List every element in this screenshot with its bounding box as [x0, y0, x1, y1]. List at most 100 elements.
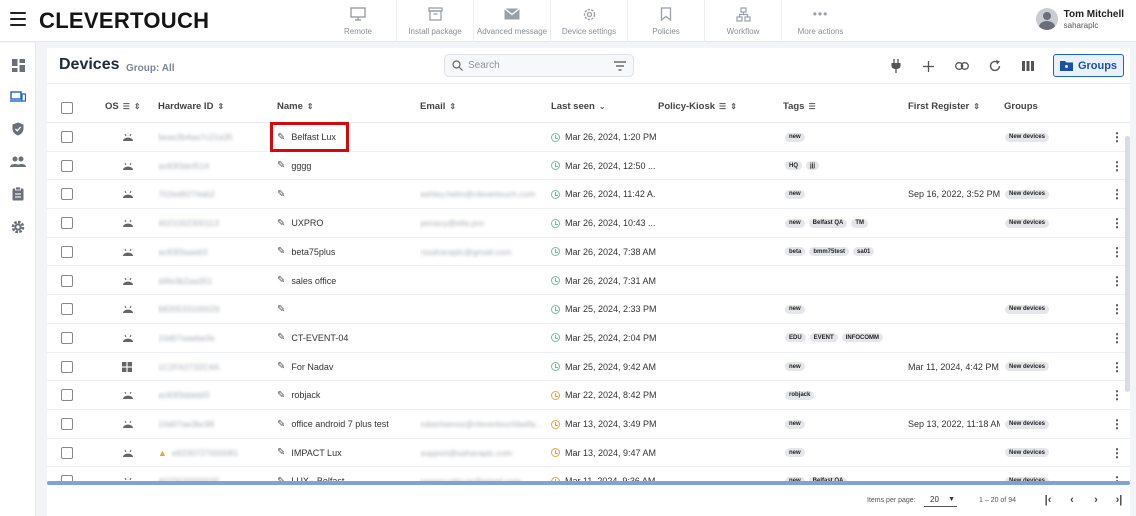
next-page-icon[interactable]: ›	[1089, 493, 1103, 507]
filter-icon[interactable]: ☰	[808, 102, 815, 111]
hardware-id-cell[interactable]: 1C2FA2732C4A	[158, 353, 268, 381]
table-row[interactable]: 10d07aaeba3a ✎ CT-EVENT-04 Mar 25, 2024, 2:…	[47, 324, 1130, 353]
hardware-id-cell[interactable]: 10d07aaeba3a	[158, 324, 268, 352]
select-all-checkbox[interactable]	[61, 102, 73, 114]
more-actions-button[interactable]: ••• More actions	[782, 0, 859, 42]
table-row[interactable]: 10d07ae3bc98 ✎ office android 7 plus test r…	[47, 410, 1130, 439]
device-name-cell[interactable]: ✎ office android 7 plus test	[277, 410, 417, 438]
column-groups[interactable]: Groups	[1004, 101, 1038, 112]
row-checkbox[interactable]	[61, 123, 73, 151]
filter-icon[interactable]: ☰	[123, 102, 130, 111]
device-name-cell[interactable]: ✎	[277, 295, 417, 323]
columns-icon[interactable]	[1011, 58, 1044, 74]
hardware-id-cell[interactable]: ac83f3dcf514	[158, 152, 268, 180]
row-checkbox[interactable]	[61, 180, 73, 208]
filter-icon[interactable]	[614, 61, 626, 71]
row-checkbox[interactable]	[61, 267, 73, 295]
prev-page-icon[interactable]: ‹	[1065, 493, 1079, 507]
column-os[interactable]: OS ☰ ⇕	[105, 101, 141, 112]
edit-icon[interactable]: ✎	[277, 304, 285, 315]
row-checkbox[interactable]	[61, 152, 73, 180]
row-menu-icon[interactable]: ⋮	[1111, 209, 1123, 237]
row-checkbox[interactable]	[61, 410, 73, 438]
table-row[interactable]: 1C2FA2732C4A ✎ For Nadav Mar 25, 2024, 9:42…	[47, 353, 1130, 382]
device-name-cell[interactable]: ✎ robjack	[277, 381, 417, 409]
workflow-button[interactable]: Workflow	[705, 0, 782, 42]
items-per-page-select[interactable]: 20 ▼	[924, 493, 957, 507]
sort-icon[interactable]: ⇕	[134, 102, 141, 111]
hardware-id-cell[interactable]: 702ed9274ab2	[158, 180, 268, 208]
edit-icon[interactable]: ✎	[277, 332, 285, 343]
row-menu-icon[interactable]: ⋮	[1111, 324, 1123, 352]
dashboard-icon[interactable]	[10, 57, 26, 73]
row-menu-icon[interactable]: ⋮	[1111, 410, 1123, 438]
edit-icon[interactable]: ✎	[277, 419, 285, 430]
device-name-cell[interactable]: ✎ IMPACT Lux	[277, 439, 417, 467]
edit-icon[interactable]: ✎	[277, 275, 285, 286]
hardware-id-cell[interactable]: 6820533100029	[158, 295, 268, 323]
row-menu-icon[interactable]: ⋮	[1111, 152, 1123, 180]
advanced-message-button[interactable]: Advanced message	[474, 0, 551, 42]
table-row[interactable]: 6820533100029 ✎ Mar 25, 2024, 2:33 PM new Ne…	[47, 295, 1130, 324]
table-row[interactable]: ac83f3dcf514 ✎ gggg Mar 26, 2024, 12:50 ...…	[47, 152, 1130, 181]
devices-icon[interactable]	[10, 89, 26, 105]
hardware-id-cell[interactable]: ac83f3aaeb3	[158, 238, 268, 266]
users-icon[interactable]	[10, 153, 26, 169]
column-name[interactable]: Name ⇕	[277, 101, 314, 112]
column-policy-kiosk[interactable]: Policy-Kiosk ☰ ⇕	[658, 101, 737, 112]
device-name-cell[interactable]: ✎ gggg	[277, 152, 417, 180]
vertical-scrollbar[interactable]	[1125, 136, 1130, 392]
column-last-seen[interactable]: Last seen ⌄	[551, 101, 606, 112]
plug-icon[interactable]	[879, 58, 912, 74]
first-page-icon[interactable]: |‹	[1041, 493, 1055, 507]
hardware-id-cell[interactable]: 4021002300113	[158, 209, 268, 237]
row-menu-icon[interactable]: ⋮	[1111, 123, 1123, 151]
hardware-id-cell[interactable]: ▲ e9230727000081	[158, 439, 268, 467]
column-hardware-id[interactable]: Hardware ID ⇕	[158, 101, 224, 112]
device-name-cell[interactable]: ✎	[277, 180, 417, 208]
hardware-id-cell[interactable]: ac83f3ddebf3	[158, 381, 268, 409]
hardware-id-cell[interactable]: 10d07ae3bc98	[158, 410, 268, 438]
row-checkbox[interactable]	[61, 324, 73, 352]
edit-icon[interactable]: ✎	[277, 160, 285, 171]
table-row[interactable]: beas3b4aa7c21a35 ✎ Belfast Lux Mar 26, 2024…	[47, 123, 1130, 152]
clipboard-icon[interactable]	[10, 186, 26, 202]
search-input[interactable]: Search	[444, 54, 634, 77]
edit-icon[interactable]: ✎	[277, 390, 285, 401]
device-name-cell[interactable]: ✎ For Nadav	[277, 353, 417, 381]
row-menu-icon[interactable]: ⋮	[1111, 238, 1123, 266]
column-tags[interactable]: Tags ☰	[783, 101, 816, 112]
install-package-button[interactable]: Install package	[397, 0, 474, 42]
row-menu-icon[interactable]: ⋮	[1111, 295, 1123, 323]
edit-icon[interactable]: ✎	[277, 447, 285, 458]
table-row[interactable]: 702ed9274ab2 ✎ ashley.helm@clevertouch.com…	[47, 180, 1130, 210]
device-name-cell[interactable]: ✎ CT-EVENT-04	[277, 324, 417, 352]
column-email[interactable]: Email ⇕	[420, 101, 456, 112]
refresh-icon[interactable]	[978, 58, 1011, 74]
edit-icon[interactable]: ✎	[277, 189, 285, 200]
row-checkbox[interactable]	[61, 381, 73, 409]
edit-icon[interactable]: ✎	[277, 246, 285, 257]
sort-icon[interactable]: ⇕	[730, 102, 737, 111]
row-checkbox[interactable]	[61, 209, 73, 237]
row-checkbox[interactable]	[61, 353, 73, 381]
link-icon[interactable]	[945, 58, 978, 74]
row-menu-icon[interactable]: ⋮	[1111, 353, 1123, 381]
policies-button[interactable]: Policies	[628, 0, 705, 42]
hardware-id-cell[interactable]: d4fe3b2aa351	[158, 267, 268, 295]
row-checkbox[interactable]	[61, 439, 73, 467]
device-name-cell[interactable]: ✎ beta75plus	[277, 238, 417, 266]
shield-icon[interactable]	[10, 121, 26, 137]
edit-icon[interactable]: ✎	[277, 218, 285, 229]
device-name-cell[interactable]: ✎ UXPRO	[277, 209, 417, 237]
add-icon[interactable]	[912, 58, 945, 74]
table-row[interactable]: ac83f3aaeb3 ✎ beta75plus rssaharaplc@gmail.…	[47, 238, 1130, 267]
group-filter-label[interactable]: Group: All	[126, 63, 175, 74]
table-row[interactable]: 4021002300113 ✎ UXPRO penacy@ella.pro Mar 26…	[47, 209, 1130, 238]
column-first-register[interactable]: First Register ⇕	[908, 101, 980, 112]
table-row[interactable]: d4fe3b2aa351 ✎ sales office Mar 26, 2024, 7…	[47, 267, 1130, 296]
edit-icon[interactable]: ✎	[277, 361, 285, 372]
user-menu[interactable]: Tom Mitchell saharaplc	[1035, 8, 1124, 30]
groups-button[interactable]: Groups	[1053, 54, 1124, 77]
row-menu-icon[interactable]: ⋮	[1111, 439, 1123, 467]
